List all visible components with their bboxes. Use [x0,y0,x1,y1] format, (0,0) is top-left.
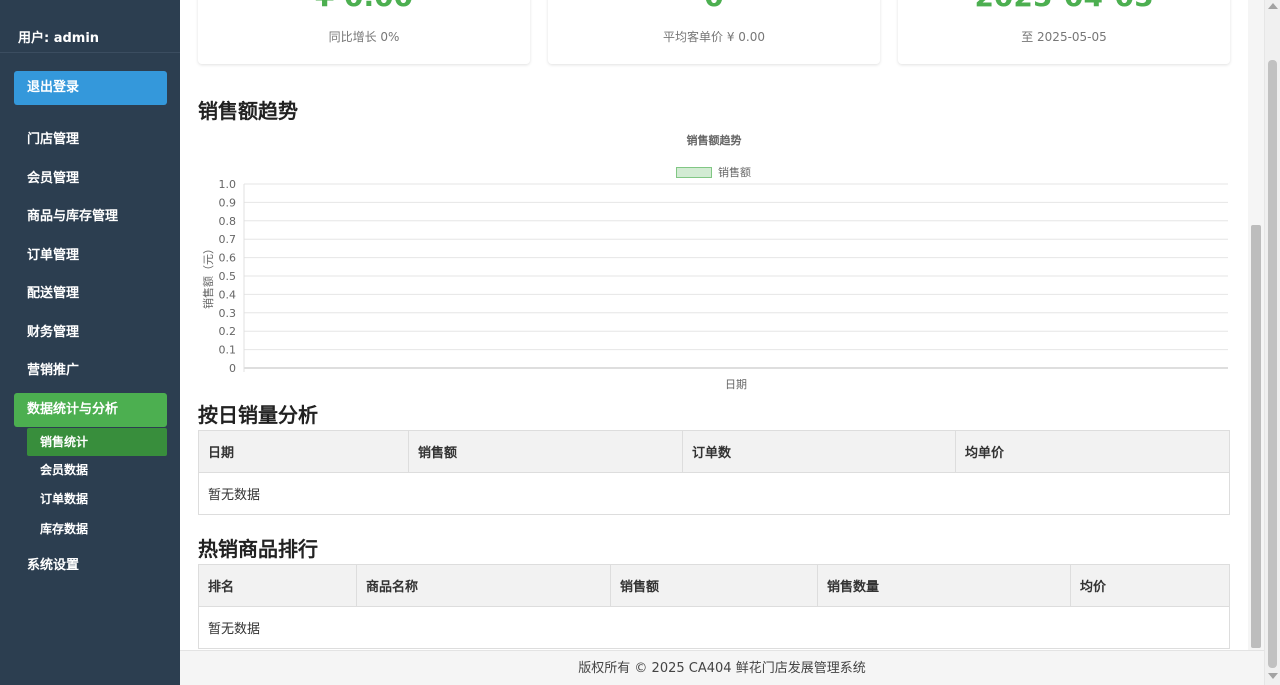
nav-item-product-inventory[interactable]: 商品与库存管理 [14,200,167,234]
page-scroll-thumb[interactable] [1268,60,1277,668]
sub-item-inventory-data[interactable]: 库存数据 [27,515,167,543]
section-title-trend: 销售额趋势 [198,99,298,123]
table-header-row: 日期 销售额 订单数 均单价 [198,430,1230,473]
x-axis-label: 日期 [725,378,747,391]
sub-item-sales-stats[interactable]: 销售统计 [27,428,167,456]
y-tick-label: 0.3 [219,307,237,320]
sidebar: 用户: admin 退出登录 门店管理 会员管理 商品与库存管理 订单管理 配送… [0,0,180,685]
scroll-up-arrow-icon[interactable] [1268,3,1278,9]
col-header-sales: 销售额 [610,564,818,607]
stat-card-orders: 0 平均客单价 ¥ 0.00 [548,0,880,64]
nav-item-system-settings[interactable]: 系统设置 [14,549,167,583]
col-header-product-name: 商品名称 [356,564,611,607]
y-tick-label: 0.8 [219,215,237,228]
daily-sales-table: 日期 销售额 订单数 均单价 暂无数据 [198,430,1230,515]
table-header-row: 排名 商品名称 销售额 销售数量 均价 [198,564,1230,607]
footer: 版权所有 © 2025 CA404 鲜花门店发展管理系统 [180,650,1264,685]
stat-sub: 至 2025-05-05 [1021,30,1107,44]
y-tick-label: 0.4 [219,288,237,301]
stat-value: 2025-04-05 [898,0,1230,12]
stat-sub: 同比增长 0% [328,30,400,44]
y-tick-label: 0.6 [219,252,237,265]
content-scrollbar[interactable] [1248,0,1264,650]
stat-card-sales: ¥ 0.00 同比增长 0% [198,0,530,64]
table-row: 暂无数据 [198,606,1230,649]
user-label: 用户: admin [18,31,100,46]
col-header-rank: 排名 [198,564,357,607]
nav-item-statistics[interactable]: 数据统计与分析 [14,393,167,427]
nav-item-store[interactable]: 门店管理 [14,123,167,157]
section-title-daily: 按日销量分析 [198,403,318,427]
sales-trend-chart: 销售额趋势 销售额 1.0 0.9 0.8 0.7 0.6 0.5 0.4 0.3 0.2 0.1… [198,128,1230,396]
col-header-date: 日期 [198,430,409,473]
y-tick-label: 0 [229,362,236,375]
col-header-sales: 销售额 [408,430,683,473]
stat-value: 0 [548,0,880,12]
y-tick-label: 1.0 [219,178,237,191]
sidebar-divider [0,52,180,53]
nav-item-marketing[interactable]: 营销推广 [14,354,167,388]
page-scrollbar[interactable] [1264,0,1280,685]
chart-plot: 1.0 0.9 0.8 0.7 0.6 0.5 0.4 0.3 0.2 0.1 0 日期 销售额（元） [201,178,1228,391]
nav-item-order[interactable]: 订单管理 [14,239,167,273]
col-header-avg-price: 均价 [1070,564,1230,607]
y-tick-label: 0.5 [219,270,237,283]
stat-sub: 平均客单价 ¥ 0.00 [663,30,765,44]
col-header-avg-price: 均单价 [955,430,1230,473]
content-scroll-thumb[interactable] [1251,225,1261,648]
logout-button[interactable]: 退出登录 [14,71,167,105]
y-tick-label: 0.1 [219,344,237,357]
stat-value: ¥ 0.00 [198,0,530,12]
nav-item-finance[interactable]: 财务管理 [14,316,167,350]
y-tick-label: 0.2 [219,325,237,338]
sub-item-member-data[interactable]: 会员数据 [27,456,167,484]
col-header-quantity: 销售数量 [817,564,1071,607]
hot-products-table: 排名 商品名称 销售额 销售数量 均价 暂无数据 [198,564,1230,649]
scroll-down-arrow-icon[interactable] [1268,673,1278,679]
section-title-hot: 热销商品排行 [198,537,318,561]
y-tick-label: 0.7 [219,233,237,246]
table-row: 暂无数据 [198,472,1230,515]
col-header-orders: 订单数 [682,430,956,473]
y-tick-label: 0.9 [219,196,237,209]
nav-item-member[interactable]: 会员管理 [14,162,167,196]
nav-item-delivery[interactable]: 配送管理 [14,277,167,311]
y-axis-label: 销售额（元） [201,243,215,309]
empty-message: 暂无数据 [198,606,1230,649]
empty-message: 暂无数据 [198,472,1230,515]
main-content: ¥ 0.00 同比增长 0% 0 平均客单价 ¥ 0.00 2025-04-05… [180,0,1248,650]
sub-item-order-data[interactable]: 订单数据 [27,485,167,513]
stat-card-period: 2025-04-05 至 2025-05-05 [898,0,1230,64]
